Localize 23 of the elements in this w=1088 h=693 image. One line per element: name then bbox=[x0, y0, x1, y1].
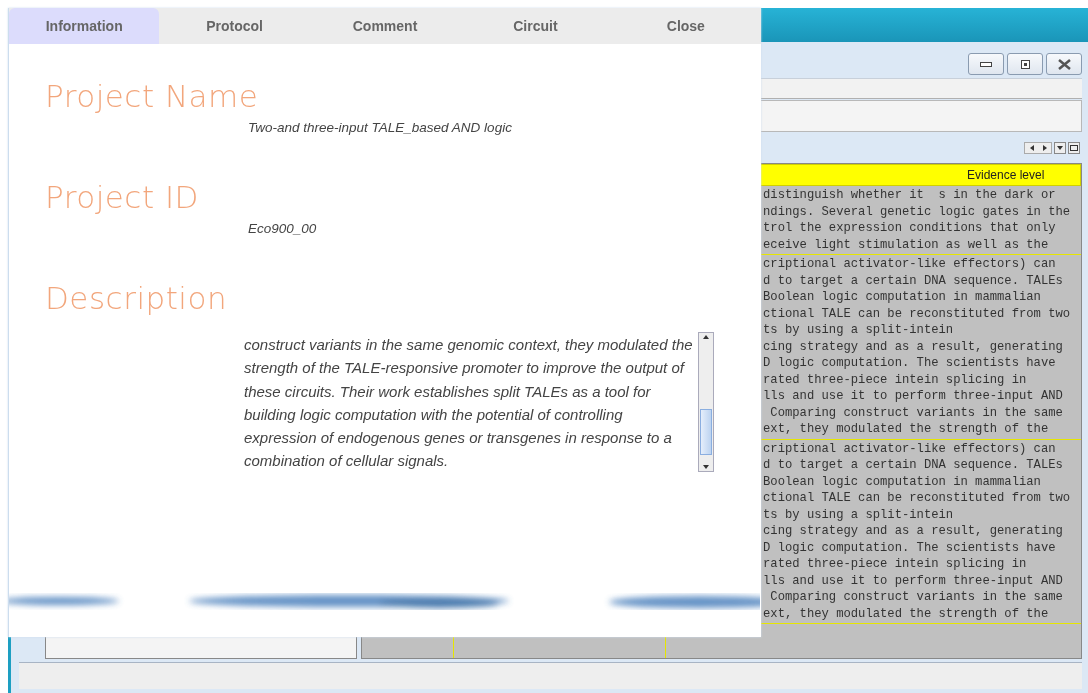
scrollbar[interactable] bbox=[698, 332, 714, 472]
field-value: Two-and three-input TALE_based AND logic bbox=[248, 120, 513, 135]
field-value: Eco900_00 bbox=[248, 221, 318, 236]
scroll-thumb[interactable] bbox=[700, 409, 712, 455]
up-arrow-icon bbox=[702, 333, 710, 341]
header-label: Evidence level bbox=[967, 168, 1045, 182]
field-heading: Project Name bbox=[45, 77, 260, 116]
minimize-button[interactable] bbox=[968, 53, 1004, 75]
minimize-icon bbox=[980, 61, 992, 67]
right-arrow-icon bbox=[1040, 144, 1049, 152]
field-heading: Description bbox=[45, 279, 229, 318]
scroll-tabs-button[interactable] bbox=[1024, 142, 1052, 154]
restore-button[interactable] bbox=[1068, 142, 1080, 154]
tab[interactable]: Information bbox=[9, 8, 160, 44]
down-arrow-icon bbox=[1056, 144, 1064, 152]
down-arrow-icon bbox=[702, 463, 710, 471]
close-button[interactable] bbox=[1046, 53, 1082, 75]
maximize-icon bbox=[1020, 59, 1030, 69]
field-heading: Project ID bbox=[45, 178, 200, 217]
restore-icon bbox=[1070, 145, 1078, 151]
maximize-button[interactable] bbox=[1007, 53, 1043, 75]
close-icon bbox=[1057, 58, 1071, 70]
tab-list-button[interactable] bbox=[1054, 142, 1066, 154]
